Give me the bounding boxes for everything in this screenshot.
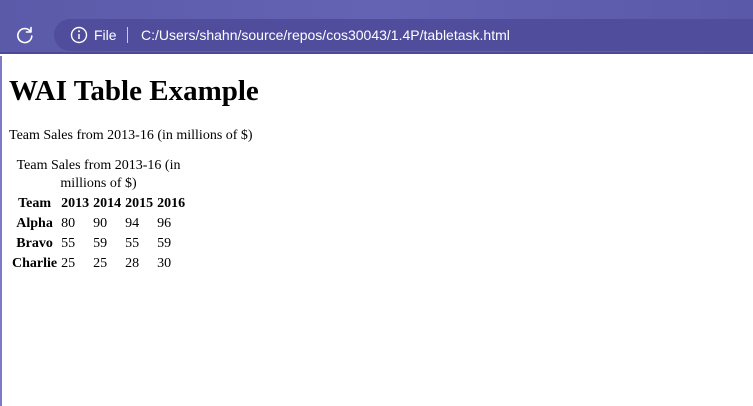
page-title: WAI Table Example (9, 75, 259, 107)
table-cell: 55 (125, 236, 140, 251)
table-cell: 25 (61, 256, 76, 271)
page-viewport: WAI Table Example Team Sales from 2013-1… (0, 56, 753, 406)
sales-table: Team Sales from 2013-16 (in millions of … (9, 157, 188, 275)
row-header-bravo: Bravo (16, 236, 53, 251)
intro-text: Team Sales from 2013-16 (in millions of … (9, 128, 253, 143)
table-caption: Team Sales from 2013-16 (in millions of … (16, 158, 181, 191)
header-2014: 2014 (93, 196, 122, 211)
row-header-charlie: Charlie (12, 256, 58, 271)
table-cell: 59 (93, 236, 108, 251)
table-row: Charlie 25 25 28 30 (11, 255, 186, 273)
table-header-row: Team 2013 2014 2015 2016 (11, 195, 186, 213)
table-cell: 80 (61, 216, 76, 231)
table-row: Alpha 80 90 94 96 (11, 215, 186, 233)
browser-toolbar: File C:/Users/shahn/source/repos/cos3004… (0, 0, 753, 54)
site-scheme-label[interactable]: File (94, 26, 117, 44)
url-text[interactable]: C:/Users/shahn/source/repos/cos30043/1.4… (141, 26, 510, 44)
table-cell: 96 (157, 216, 172, 231)
header-2013: 2013 (61, 196, 90, 211)
address-bar[interactable]: File C:/Users/shahn/source/repos/cos3004… (54, 19, 753, 51)
table-cell: 28 (125, 256, 140, 271)
row-header-alpha: Alpha (16, 216, 53, 231)
table-cell: 25 (93, 256, 108, 271)
table-cell: 59 (157, 236, 172, 251)
header-2016: 2016 (157, 196, 186, 211)
reload-icon[interactable] (13, 23, 37, 47)
table-cell: 30 (157, 256, 172, 271)
info-icon[interactable] (70, 26, 88, 44)
table-cell: 55 (61, 236, 76, 251)
table-row: Bravo 55 59 55 59 (11, 235, 186, 253)
address-divider (127, 27, 128, 43)
header-team: Team (18, 196, 52, 211)
header-2015: 2015 (125, 196, 154, 211)
table-cell: 90 (93, 216, 108, 231)
table-cell: 94 (125, 216, 140, 231)
